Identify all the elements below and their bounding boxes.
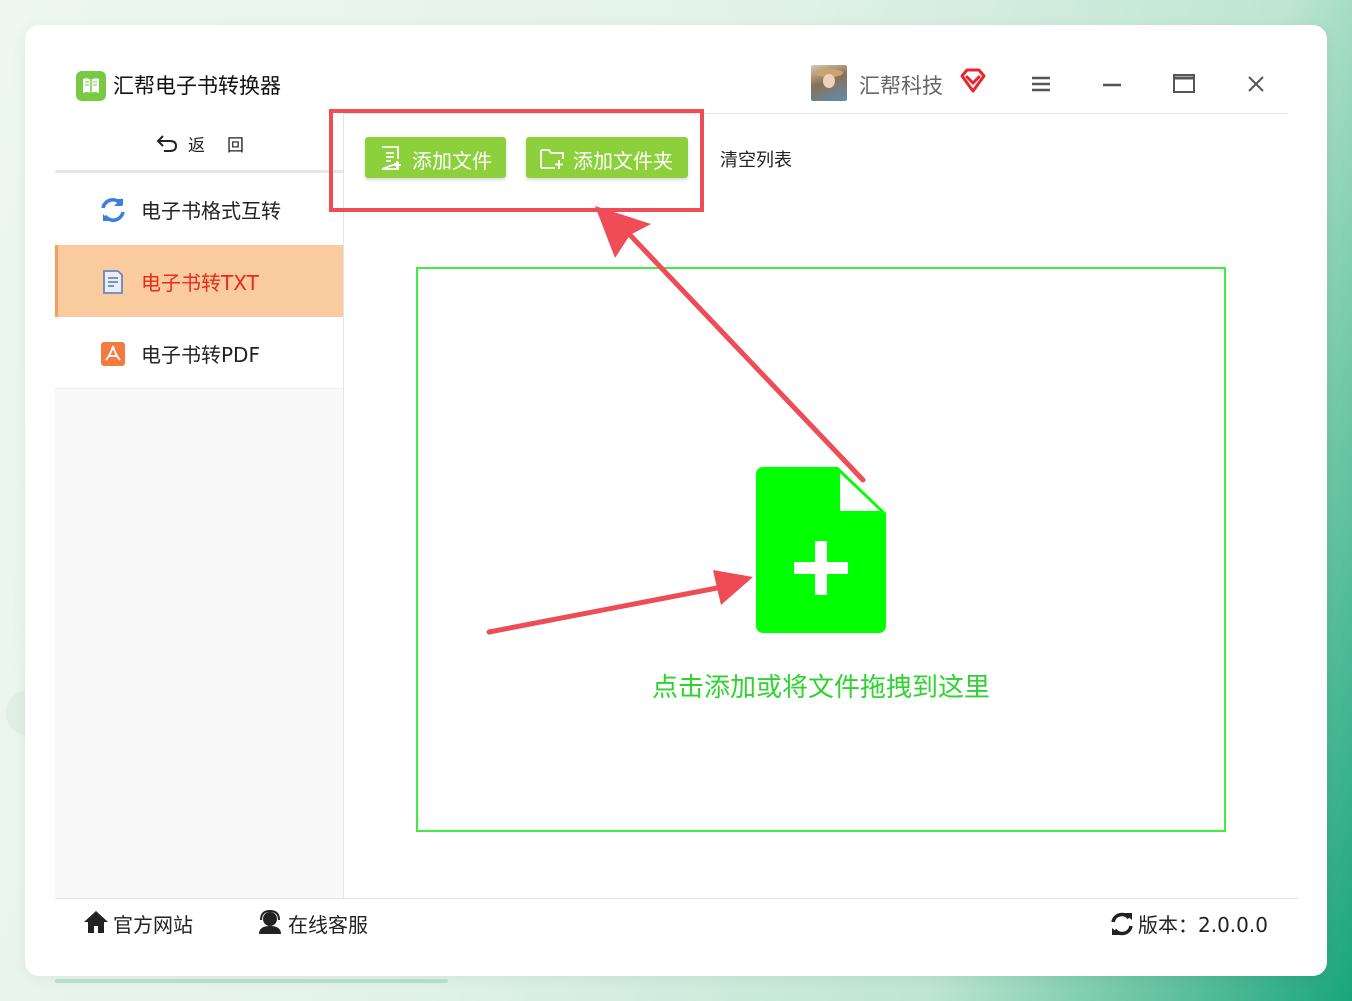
file-drop-zone[interactable]: 点击添加或将文件拖拽到这里 xyxy=(416,267,1226,832)
sidebar-item-to-pdf[interactable]: 电子书转PDF xyxy=(55,317,343,389)
app-title: 汇帮电子书转换器 xyxy=(113,74,281,98)
vip-diamond-icon[interactable] xyxy=(959,68,987,94)
home-icon[interactable] xyxy=(83,909,109,935)
add-file-large-icon[interactable] xyxy=(756,467,886,633)
online-service-link[interactable]: 在线客服 xyxy=(288,909,368,938)
version-label: 版本：2.0.0.0 xyxy=(1138,913,1268,937)
highlight-box xyxy=(329,109,704,212)
txt-doc-icon xyxy=(103,270,123,294)
sidebar-item-label: 电子书转TXT xyxy=(141,271,259,295)
avatar[interactable] xyxy=(811,65,847,101)
maximize-icon[interactable] xyxy=(1172,72,1196,96)
sidebar-item-label: 电子书转PDF xyxy=(141,343,260,367)
pdf-icon xyxy=(101,342,125,366)
title-bar: 汇帮电子书转换器 汇帮科技 xyxy=(63,50,1288,114)
clear-list-button[interactable]: 清空列表 xyxy=(720,146,792,172)
user-name[interactable]: 汇帮科技 xyxy=(859,70,943,100)
refresh-icon[interactable] xyxy=(1109,911,1135,937)
sidebar-item-label: 电子书格式互转 xyxy=(141,199,281,223)
app-window: 汇帮电子书转换器 汇帮科技 返回 电子书格式互转 电子书转TXT 电子书转PDF… xyxy=(55,50,1298,946)
sidebar: 返回 电子书格式互转 电子书转TXT 电子书转PDF xyxy=(55,113,344,898)
taskbar-indicator xyxy=(55,979,448,983)
minimize-icon[interactable] xyxy=(1100,72,1124,96)
official-site-link[interactable]: 官方网站 xyxy=(113,909,193,938)
sync-icon xyxy=(101,198,125,222)
back-label: 返回 xyxy=(188,136,266,156)
app-logo-icon xyxy=(76,71,106,101)
sidebar-item-to-txt[interactable]: 电子书转TXT xyxy=(55,245,343,318)
footer: 官方网站 在线客服 版本：2.0.0.0 xyxy=(55,898,1298,946)
back-arrow-icon xyxy=(156,135,178,152)
back-button[interactable]: 返回 xyxy=(55,113,343,173)
customer-service-icon[interactable] xyxy=(257,909,283,935)
sidebar-item-format-convert[interactable]: 电子书格式互转 xyxy=(55,173,343,246)
drop-hint-text: 点击添加或将文件拖拽到这里 xyxy=(651,673,990,703)
menu-icon[interactable] xyxy=(1029,72,1053,96)
close-icon[interactable] xyxy=(1244,72,1268,96)
